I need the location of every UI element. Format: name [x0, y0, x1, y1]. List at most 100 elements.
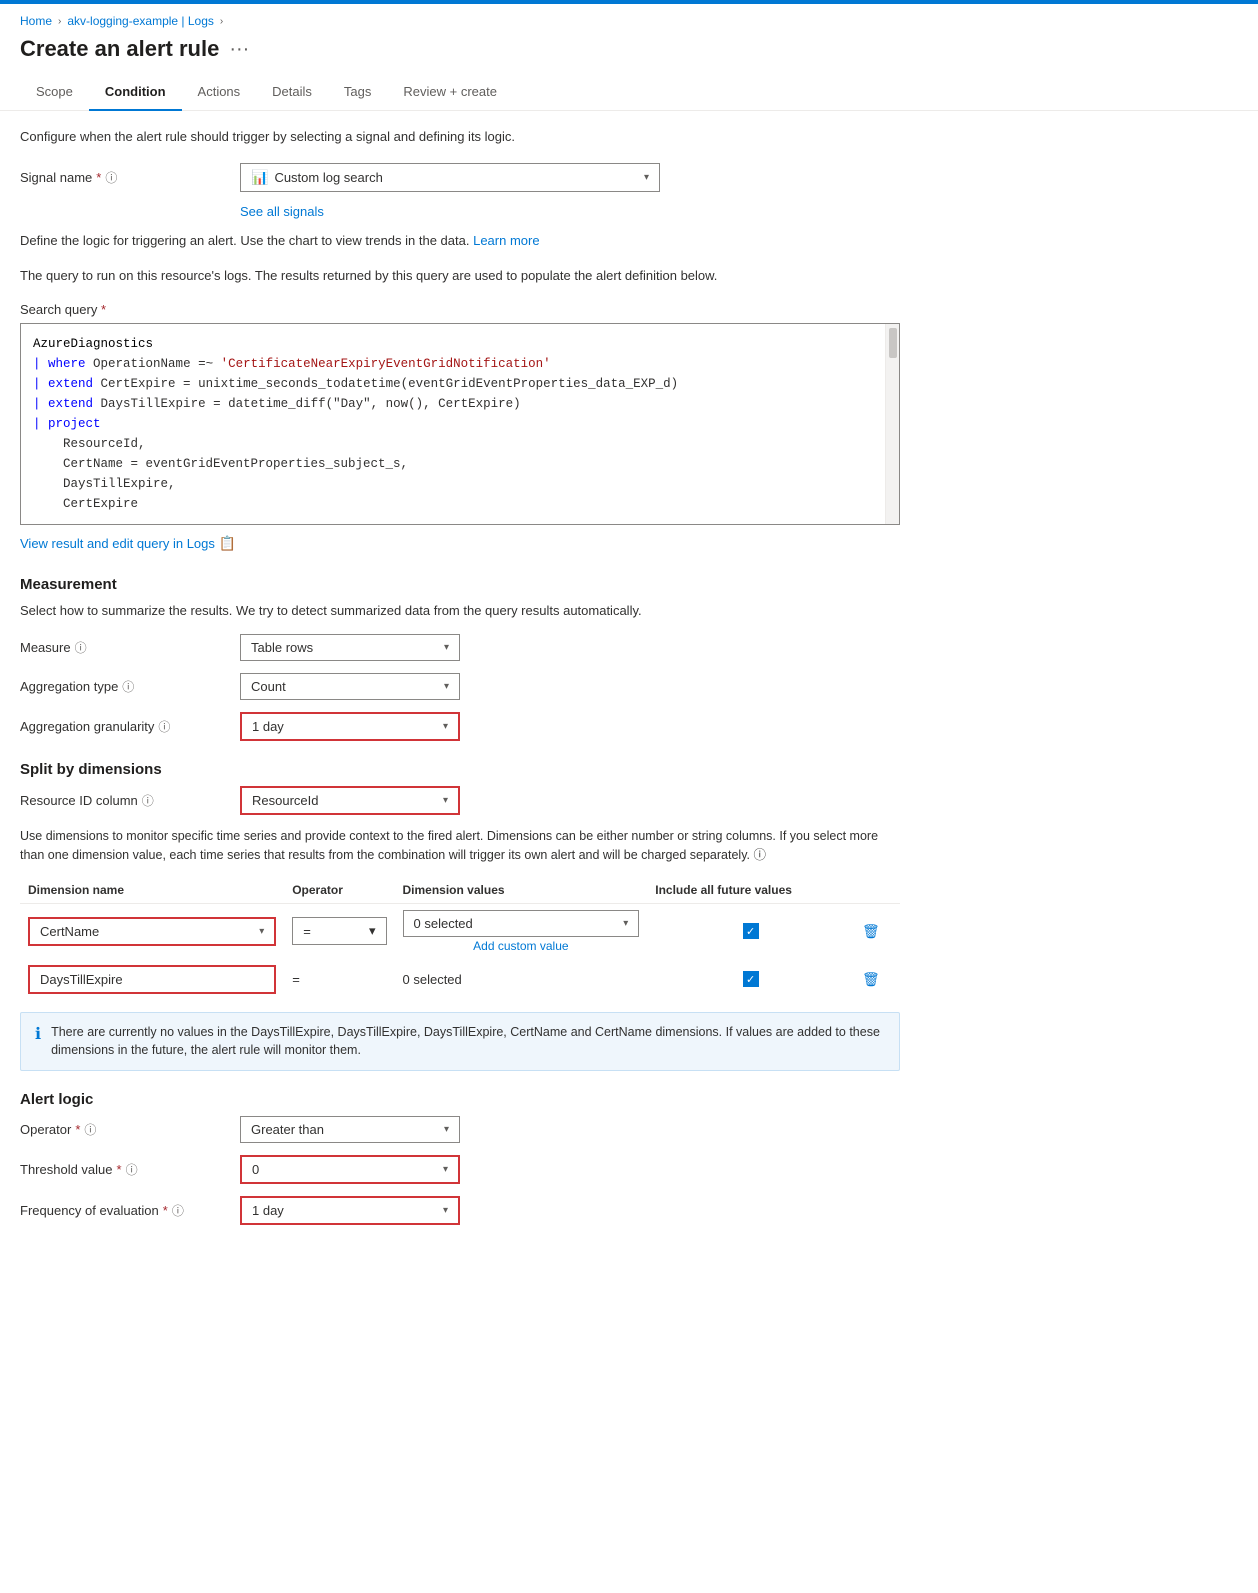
- measure-info-icon[interactable]: ⓘ: [75, 639, 87, 656]
- chevron-down-icon: ▾: [443, 795, 448, 806]
- certname-dim-cell: CertName ▾: [20, 903, 284, 959]
- tab-condition[interactable]: Condition: [89, 74, 182, 111]
- certname-values-select[interactable]: 0 selected ▾: [403, 910, 640, 937]
- signal-name-row: Signal name * ⓘ 📊Custom log search ▾: [20, 163, 900, 192]
- tab-actions[interactable]: Actions: [182, 74, 257, 111]
- see-all-signals-link[interactable]: See all signals: [240, 204, 900, 219]
- tab-bar: Scope Condition Actions Details Tags Rev…: [0, 74, 1258, 111]
- certname-delete-cell: 🗑: [854, 903, 900, 959]
- dimension-info-text: Use dimensions to monitor specific time …: [20, 827, 900, 865]
- operator-row: Operator * ⓘ Greater than ▾: [20, 1116, 900, 1143]
- table-row: DaysTillExpire = 0 selected 🗑: [20, 959, 900, 1000]
- daystillexpire-op-cell: =: [284, 959, 394, 1000]
- dimensions-table: Dimension name Operator Dimension values…: [20, 877, 900, 1000]
- query-line-6: ResourceId,: [33, 434, 887, 454]
- dim-header-future: Include all future values: [647, 877, 854, 904]
- daystillexpire-include-all-cell: [647, 959, 854, 1000]
- chevron-down-icon: ▾: [443, 1205, 448, 1216]
- resource-id-select[interactable]: ResourceId ▾: [240, 786, 460, 815]
- signal-name-label: Signal name * ⓘ: [20, 169, 240, 186]
- measure-row: Measure ⓘ Table rows ▾: [20, 634, 900, 661]
- certname-include-all-cell: [647, 903, 854, 959]
- dimensions-info-box: ℹ There are currently no values in the D…: [20, 1012, 900, 1072]
- query-line-5: | project: [33, 414, 887, 434]
- query-line-1: AzureDiagnostics: [33, 334, 887, 354]
- threshold-value-input[interactable]: 0 ▾: [240, 1155, 460, 1184]
- operator-select[interactable]: Greater than ▾: [240, 1116, 460, 1143]
- chevron-down-icon: ▾: [259, 926, 264, 937]
- certname-delete-icon[interactable]: 🗑: [862, 923, 880, 939]
- daystillexpire-op: =: [292, 972, 300, 987]
- table-row: CertName ▾ = ▾ 0 selected ▾: [20, 903, 900, 959]
- chevron-down-icon: ▾: [443, 1164, 448, 1175]
- chevron-down-icon: ▾: [623, 918, 628, 929]
- measure-label: Measure ⓘ: [20, 639, 240, 656]
- certname-include-all-checkbox[interactable]: [743, 923, 759, 939]
- dim-info-icon[interactable]: ⓘ: [753, 848, 766, 862]
- alert-logic-section: Alert logic Operator * ⓘ Greater than ▾ …: [20, 1091, 900, 1225]
- query-editor[interactable]: AzureDiagnostics | where OperationName =…: [20, 323, 900, 525]
- frequency-info-icon[interactable]: ⓘ: [172, 1202, 184, 1219]
- query-line-3: | extend CertExpire = unixtime_seconds_t…: [33, 374, 887, 394]
- threshold-info-icon[interactable]: ⓘ: [126, 1161, 138, 1178]
- aggregation-granularity-select[interactable]: 1 day ▾: [240, 712, 460, 741]
- dim-header-del: [854, 877, 900, 904]
- aggregation-type-row: Aggregation type ⓘ Count ▾: [20, 673, 900, 700]
- signal-name-info-icon[interactable]: ⓘ: [105, 169, 117, 186]
- daystillexpire-include-all-checkbox[interactable]: [743, 971, 759, 987]
- tab-details[interactable]: Details: [256, 74, 328, 111]
- certname-dim-select[interactable]: CertName ▾: [28, 917, 276, 946]
- chevron-down-icon: ▾: [644, 172, 649, 183]
- chevron-down-icon: ▾: [444, 1124, 449, 1135]
- tab-review-create[interactable]: Review + create: [387, 74, 513, 111]
- daystillexpire-delete-cell: 🗑: [854, 959, 900, 1000]
- dim-header-values: Dimension values: [395, 877, 648, 904]
- agg-type-info-icon[interactable]: ⓘ: [122, 678, 134, 695]
- learn-more-link[interactable]: Learn more: [473, 233, 539, 248]
- add-custom-value-link[interactable]: Add custom value: [403, 939, 640, 953]
- dim-header-op: Operator: [284, 877, 394, 904]
- frequency-select[interactable]: 1 day ▾: [240, 1196, 460, 1225]
- view-result-link[interactable]: View result and edit query in Logs 📋: [20, 535, 236, 552]
- scrollbar-thumb: [889, 328, 897, 358]
- measure-select[interactable]: Table rows ▾: [240, 634, 460, 661]
- threshold-value-label: Threshold value * ⓘ: [20, 1161, 240, 1178]
- info-circle-icon: ℹ: [35, 1024, 41, 1061]
- operator-label: Operator * ⓘ: [20, 1121, 240, 1138]
- resource-id-label: Resource ID column ⓘ: [20, 792, 240, 809]
- daystillexpire-dim-cell: DaysTillExpire: [20, 959, 284, 1000]
- frequency-row: Frequency of evaluation * ⓘ 1 day ▾: [20, 1196, 900, 1225]
- tab-scope[interactable]: Scope: [20, 74, 89, 111]
- logs-icon: 📋: [219, 535, 236, 552]
- aggregation-type-label: Aggregation type ⓘ: [20, 678, 240, 695]
- breadcrumb: Home › akv-logging-example | Logs ›: [0, 4, 1258, 32]
- operator-info-icon[interactable]: ⓘ: [84, 1121, 96, 1138]
- agg-gran-info-icon[interactable]: ⓘ: [158, 718, 170, 735]
- query-resource-text: The query to run on this resource's logs…: [20, 266, 900, 286]
- chevron-down-icon: ▾: [444, 642, 449, 653]
- measurement-title: Measurement: [20, 576, 900, 593]
- breadcrumb-resource[interactable]: akv-logging-example | Logs: [67, 14, 214, 28]
- split-title: Split by dimensions: [20, 761, 900, 778]
- signal-name-select[interactable]: 📊Custom log search ▾: [240, 163, 660, 192]
- query-scrollbar[interactable]: [885, 324, 899, 524]
- define-logic-text: Define the logic for triggering an alert…: [20, 231, 900, 251]
- chevron-down-icon: ▾: [444, 681, 449, 692]
- measurement-subtitle: Select how to summarize the results. We …: [20, 601, 900, 621]
- tab-tags[interactable]: Tags: [328, 74, 387, 111]
- threshold-value-row: Threshold value * ⓘ 0 ▾: [20, 1155, 900, 1184]
- more-options-icon[interactable]: ···: [229, 38, 249, 61]
- query-line-4: | extend DaysTillExpire = datetime_diff(…: [33, 394, 887, 414]
- daystillexpire-delete-icon[interactable]: 🗑: [862, 971, 880, 987]
- breadcrumb-home[interactable]: Home: [20, 14, 52, 28]
- query-line-9: CertExpire: [33, 494, 887, 514]
- page-title: Create an alert rule: [20, 36, 219, 62]
- frequency-label: Frequency of evaluation * ⓘ: [20, 1202, 240, 1219]
- dimensions-info-text: There are currently no values in the Day…: [51, 1023, 885, 1061]
- aggregation-type-select[interactable]: Count ▾: [240, 673, 460, 700]
- daystillexpire-dim-input[interactable]: DaysTillExpire: [28, 965, 276, 994]
- resource-id-info-icon[interactable]: ⓘ: [142, 792, 154, 809]
- query-line-8: DaysTillExpire,: [33, 474, 887, 494]
- certname-op-select[interactable]: = ▾: [292, 917, 386, 945]
- query-editor-container: AzureDiagnostics | where OperationName =…: [20, 323, 900, 525]
